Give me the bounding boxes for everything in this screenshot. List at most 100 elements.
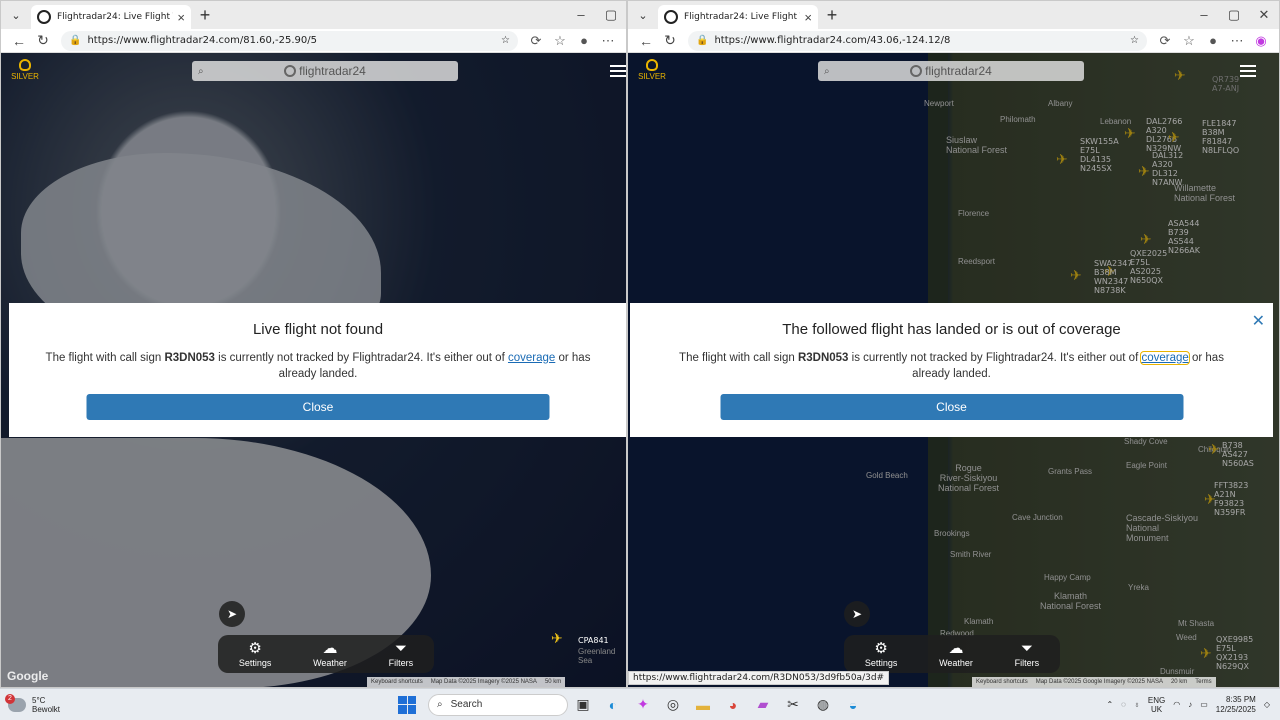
site-info-icon[interactable]: 🔒 <box>696 35 708 46</box>
hamburger-menu-icon[interactable] <box>610 65 626 80</box>
tab-actions-menu-icon[interactable]: ⌄ <box>1 1 31 29</box>
profile-icon[interactable]: ● <box>1201 33 1225 48</box>
msg-mid: is currently not tracked by Flightradar2… <box>214 352 508 364</box>
browser-window-left: ⌄ Flightradar24: Live Flight Tracker - ×… <box>0 0 627 688</box>
map-data-attribution: Map Data ©2025 Google Imagery ©2025 NASA <box>1035 679 1163 685</box>
show-hidden-icons-icon[interactable]: ⌃ <box>1106 700 1113 709</box>
account-silver[interactable]: SILVER <box>636 59 668 81</box>
url-field[interactable]: 🔒 https://www.flightradar24.com/81.60,-2… <box>61 30 518 51</box>
close-button[interactable]: Close <box>86 394 550 420</box>
file-explorer-icon[interactable]: ▬ <box>688 697 718 713</box>
profile-icon[interactable]: ● <box>572 33 596 48</box>
msg-pre: The flight with call sign <box>679 352 798 364</box>
aircraft-icon[interactable]: ✈ <box>551 630 563 647</box>
favorite-star-icon[interactable]: ☆ <box>1130 35 1139 46</box>
task-view-icon[interactable]: ▣ <box>568 696 598 713</box>
system-tray: ⌃ ◌ ♁ ENG UK ◠ ♪ ▭ 8:35 PM 12/25/2025 ◇ <box>1106 695 1280 715</box>
search-icon: ⌕ <box>437 699 443 710</box>
url-field[interactable]: 🔒 https://www.flightradar24.com/43.06,-1… <box>688 30 1147 51</box>
scale-label: 50 km <box>544 679 562 685</box>
favorites-icon[interactable]: ☆ <box>1177 33 1201 49</box>
capcut-icon[interactable]: ✂ <box>778 696 808 713</box>
start-button[interactable] <box>398 695 416 714</box>
edge-icon[interactable]: ◐ <box>598 697 628 713</box>
maximize-icon[interactable]: ▢ <box>596 7 626 23</box>
back-icon[interactable]: ← <box>7 33 31 49</box>
address-bar: ← ↻ 🔒 https://www.flightradar24.com/81.6… <box>1 29 626 53</box>
close-button[interactable]: Close <box>720 394 1183 420</box>
search-bar[interactable]: ⌕ flightradar24 <box>192 61 458 81</box>
edge-beta-icon[interactable]: ◒ <box>838 697 868 713</box>
account-silver[interactable]: SILVER <box>9 59 41 81</box>
network-icon[interactable]: ◌ <box>1121 700 1126 709</box>
notification-badge: 2 <box>5 693 15 704</box>
flightradar-favicon-icon <box>664 10 678 24</box>
clock[interactable]: 8:35 PM 12/25/2025 <box>1216 695 1256 715</box>
coverage-link[interactable]: coverage <box>508 352 555 364</box>
split-screen-icon[interactable]: ⟳ <box>524 33 548 49</box>
filters-button[interactable]: ⏷ Filters <box>1015 640 1040 668</box>
back-icon[interactable]: ← <box>634 33 658 49</box>
taskbar-search[interactable]: ⌕ Search <box>428 693 568 716</box>
flight-not-found-dialog: Live flight not found The flight with ca… <box>9 303 626 437</box>
dialog-message: The flight with call sign R3DN053 is cur… <box>662 350 1242 382</box>
flight-label[interactable]: CPA841 <box>578 636 609 645</box>
copilot-icon[interactable]: ✦ <box>628 696 658 713</box>
new-tab-button[interactable]: + <box>818 5 846 26</box>
map-footer: Keyboard shortcuts Map Data ©2025 Google… <box>972 677 1216 687</box>
favorites-icon[interactable]: ☆ <box>548 33 572 49</box>
microphone-icon[interactable]: ♁ <box>1134 700 1140 709</box>
search-icon: ⌕ <box>198 65 204 77</box>
weather-condition: Bewolkt <box>32 704 61 714</box>
settings-button[interactable]: ⚙ Settings <box>865 640 898 668</box>
tab-actions-menu-icon[interactable]: ⌄ <box>628 1 658 29</box>
keyboard-shortcuts-link[interactable]: Keyboard shortcuts <box>371 679 423 685</box>
address-bar: ← ↻ 🔒 https://www.flightradar24.com/43.0… <box>628 29 1279 53</box>
chrome-icon[interactable]: ◕ <box>718 697 748 713</box>
volume-icon[interactable]: ♪ <box>1188 700 1192 709</box>
app-icon[interactable]: ◍ <box>808 696 838 713</box>
weather-button[interactable]: ☁ Weather <box>313 640 347 668</box>
weather-label: Weather <box>939 658 973 668</box>
settings-button[interactable]: ⚙ Settings <box>239 640 272 668</box>
dialog-close-icon[interactable]: ✕ <box>1252 311 1265 331</box>
my-location-button[interactable]: ➤ <box>844 601 870 627</box>
filters-label: Filters <box>1014 658 1040 668</box>
input-language[interactable]: ENG UK <box>1148 696 1165 714</box>
browser-tab[interactable]: Flightradar24: Live Flight Tracker - × <box>658 5 818 29</box>
minimize-icon[interactable]: – <box>566 7 596 23</box>
search-bar[interactable]: ⌕ flightradar24 <box>818 61 1084 81</box>
terms-link[interactable]: Terms <box>1195 679 1211 685</box>
taskbar-search-label: Search <box>450 699 483 710</box>
msg-pre: The flight with call sign <box>45 352 165 364</box>
tab-close-icon[interactable]: × <box>804 10 812 25</box>
copilot-icon[interactable]: ◉ <box>1249 33 1273 49</box>
weather-widget[interactable]: 2 5°C Bewolkt <box>5 693 128 714</box>
hamburger-menu-icon[interactable] <box>1240 65 1256 80</box>
new-tab-button[interactable]: + <box>191 5 219 26</box>
my-location-button[interactable]: ➤ <box>219 601 245 627</box>
weather-button[interactable]: ☁ Weather <box>939 640 973 668</box>
tab-close-icon[interactable]: × <box>177 10 185 25</box>
refresh-icon[interactable]: ↻ <box>658 32 682 49</box>
battery-icon[interactable]: ▭ <box>1200 700 1208 709</box>
notifications-icon[interactable]: ◇ <box>1264 700 1270 709</box>
media-player-icon[interactable]: ▰ <box>748 696 778 713</box>
site-info-icon[interactable]: 🔒 <box>69 35 81 46</box>
keyboard-shortcuts-link[interactable]: Keyboard shortcuts <box>976 679 1028 685</box>
close-window-icon[interactable]: ✕ <box>1249 7 1279 23</box>
dell-icon[interactable]: ◎ <box>658 696 688 713</box>
more-menu-icon[interactable]: ⋯ <box>596 33 620 49</box>
weather-icon: ☁ <box>322 640 338 657</box>
split-screen-icon[interactable]: ⟳ <box>1153 33 1177 49</box>
maximize-icon[interactable]: ▢ <box>1219 7 1249 23</box>
more-menu-icon[interactable]: ⋯ <box>1225 33 1249 49</box>
coverage-link[interactable]: coverage <box>1140 351 1190 365</box>
refresh-icon[interactable]: ↻ <box>31 32 55 49</box>
minimize-icon[interactable]: – <box>1189 7 1219 23</box>
wifi-icon[interactable]: ◠ <box>1173 700 1180 709</box>
favorite-star-icon[interactable]: ☆ <box>501 35 510 46</box>
tab-title: Flightradar24: Live Flight Tracker - <box>57 12 173 22</box>
filters-button[interactable]: ⏷ Filters <box>389 640 414 668</box>
browser-tab[interactable]: Flightradar24: Live Flight Tracker - × <box>31 5 191 29</box>
